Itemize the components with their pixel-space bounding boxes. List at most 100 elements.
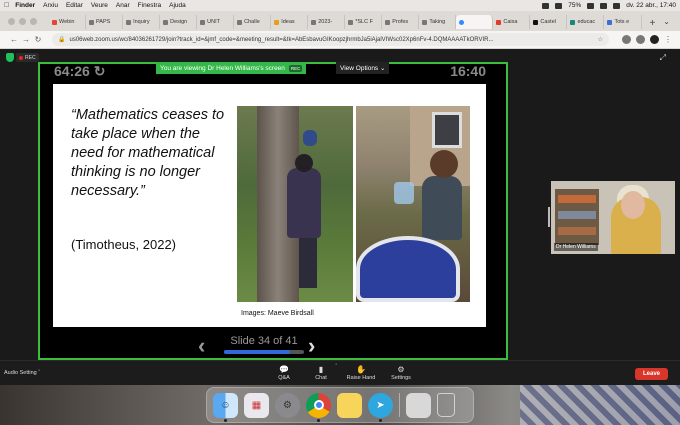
apple-menu-icon[interactable]:  <box>4 2 9 9</box>
dropbox-icon[interactable] <box>542 2 550 9</box>
browser-tab[interactable]: Webin <box>49 15 87 29</box>
browser-tab[interactable]: 2023- <box>308 15 346 29</box>
address-bar[interactable]: 🔒 us06web.zoom.us/wc/84036261729/join?tr… <box>52 33 609 46</box>
child-legs <box>299 238 317 288</box>
audio-setting-label: Audio Setting <box>4 370 37 376</box>
tab-favicon-icon <box>163 19 169 25</box>
menu-finestra[interactable]: Finestra <box>138 2 161 9</box>
browser-tab[interactable] <box>456 15 494 29</box>
forward-icon[interactable]: → <box>20 35 32 44</box>
tab-favicon-icon <box>89 19 95 25</box>
view-options-button[interactable]: View Options ⌄ <box>336 62 390 74</box>
finder-icon[interactable]: ☺ <box>213 392 238 422</box>
browser-tab[interactable]: educac <box>567 15 605 29</box>
control-center-icon[interactable] <box>613 2 621 9</box>
slide-progress-fill <box>224 350 291 354</box>
recording-dot-icon <box>19 55 23 60</box>
telegram-icon[interactable]: ➤ <box>368 392 393 422</box>
extensions-puzzle-icon[interactable] <box>636 35 645 44</box>
tab-label: Webin <box>59 19 75 25</box>
reload-icon[interactable]: ↻ <box>32 35 44 44</box>
preview-icon[interactable] <box>406 392 431 418</box>
menu-ajuda[interactable]: Ajuda <box>169 2 186 9</box>
menubar-clock[interactable]: dv. 22 abr., 17:40 <box>626 2 676 9</box>
browser-tab[interactable]: Design <box>160 15 198 29</box>
browser-tab[interactable]: Profes <box>382 15 420 29</box>
tab-favicon-icon <box>348 19 354 25</box>
battery-icon[interactable] <box>587 2 595 9</box>
video-panel-handle[interactable] <box>548 207 550 227</box>
photo-child-pouring-water <box>356 106 470 302</box>
tab-search-chevron-icon[interactable]: ⌄ <box>663 17 670 26</box>
encryption-shield-icon[interactable] <box>6 53 14 62</box>
browser-tab[interactable]: Tots e <box>604 15 642 29</box>
timer-left-value: 64:26 <box>54 63 90 79</box>
participant-video[interactable]: Dr Helen Williams <box>551 181 675 254</box>
water-jug <box>394 182 414 204</box>
child-head <box>295 154 313 172</box>
browser-tab[interactable]: Caixa <box>493 15 531 29</box>
browser-tab[interactable]: UNIT <box>197 15 235 29</box>
view-options-label: View Options <box>340 64 379 72</box>
tab-favicon-icon <box>607 19 613 25</box>
extension-icon[interactable] <box>622 35 631 44</box>
tab-favicon-icon <box>126 19 132 25</box>
timer-right: 16:40 <box>450 63 486 79</box>
trash-icon[interactable] <box>437 393 455 417</box>
notes-icon[interactable] <box>337 392 362 418</box>
menubar-status-area: 75% dv. 22 abr., 17:40 <box>542 2 676 9</box>
back-icon[interactable]: ← <box>8 35 20 44</box>
previous-slide-icon[interactable]: ‹ <box>198 333 205 359</box>
menu-veure[interactable]: Veure <box>91 2 108 9</box>
house-window <box>432 112 462 148</box>
tab-favicon-icon <box>52 19 57 25</box>
chat-options-caret-icon[interactable]: ˆ <box>335 364 337 370</box>
viewing-rec-badge: REC <box>288 64 303 72</box>
tab-label: UNIT <box>207 19 220 25</box>
tab-favicon-icon <box>200 19 206 25</box>
new-tab-icon[interactable]: + <box>650 18 656 29</box>
zoom-window-icon[interactable] <box>30 17 37 25</box>
leave-button[interactable]: Leave <box>635 368 668 380</box>
lock-icon[interactable]: 🔒 <box>58 36 65 43</box>
close-window-icon[interactable] <box>8 17 15 25</box>
browser-tab[interactable]: *SLC F <box>345 15 383 29</box>
settings-button[interactable]: ⚙ Settings <box>381 364 421 381</box>
bookmark-star-icon[interactable]: ☆ <box>592 36 603 43</box>
minimize-window-icon[interactable] <box>19 17 26 25</box>
audio-setting-button[interactable]: Audio Setting ˆ <box>4 370 40 376</box>
wifi-icon[interactable] <box>555 2 563 9</box>
zoom-toolbar: Audio Setting ˆ 💬 Q&A ▮ ˆ Chat ✋ Raise H… <box>0 360 680 385</box>
browser-tab[interactable]: Castel <box>530 15 568 29</box>
participant-name: Dr Helen Williams <box>554 243 598 251</box>
chat-button[interactable]: ▮ ˆ Chat <box>301 364 341 381</box>
menu-editar[interactable]: Editar <box>66 2 83 9</box>
url-text: us06web.zoom.us/wc/84036261729/join?trac… <box>69 36 494 43</box>
browser-tab[interactable]: PAPS <box>86 15 124 29</box>
browser-tab[interactable]: Inquiry <box>123 15 161 29</box>
running-indicator <box>317 418 320 422</box>
launchpad-icon[interactable]: ▦ <box>244 392 269 418</box>
chrome-icon[interactable] <box>306 392 331 422</box>
qa-button[interactable]: 💬 Q&A <box>264 364 304 381</box>
fullscreen-icon[interactable]: ⤢ <box>660 53 666 63</box>
profile-avatar[interactable] <box>650 35 659 44</box>
browser-tab[interactable]: Challe <box>234 15 272 29</box>
menu-anar[interactable]: Anar <box>116 2 130 9</box>
system-preferences-icon[interactable]: ⚙ <box>275 392 300 418</box>
spotlight-icon[interactable] <box>600 2 608 9</box>
tab-label: Profes <box>392 19 409 25</box>
next-slide-icon[interactable]: › <box>308 333 315 359</box>
tab-favicon-icon <box>459 19 465 25</box>
raise-hand-button[interactable]: ✋ Raise Hand <box>341 364 381 381</box>
browser-tab[interactable]: Taking <box>419 15 457 29</box>
battery-percent[interactable]: 75% <box>568 2 581 9</box>
browser-menu-icon[interactable]: ⋮ <box>664 35 672 44</box>
raise-hand-label: Raise Hand <box>346 375 376 381</box>
menu-arxiu[interactable]: Arxiu <box>43 2 58 9</box>
dock-separator <box>399 393 400 417</box>
child-figure <box>422 176 462 240</box>
menu-finder[interactable]: Finder <box>15 2 35 9</box>
browser-tab[interactable]: Ideas <box>271 15 309 29</box>
qa-label: Q&A <box>278 375 290 381</box>
